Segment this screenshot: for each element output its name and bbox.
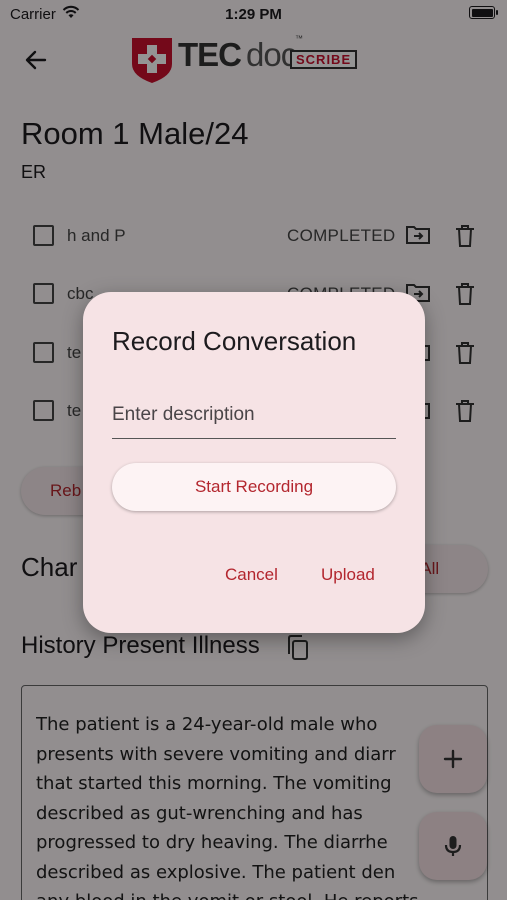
dialog-title: Record Conversation <box>112 326 357 356</box>
start-recording-button[interactable]: Start Recording <box>112 463 396 511</box>
cancel-button[interactable]: Cancel <box>225 565 278 585</box>
description-input[interactable] <box>112 392 396 439</box>
page: Carrier 1:29 PM TEC doc ™ SCRIBE Room 1 … <box>0 0 507 900</box>
upload-button[interactable]: Upload <box>321 565 375 585</box>
record-conversation-dialog: Record Conversation Start Recording Canc… <box>83 292 425 633</box>
